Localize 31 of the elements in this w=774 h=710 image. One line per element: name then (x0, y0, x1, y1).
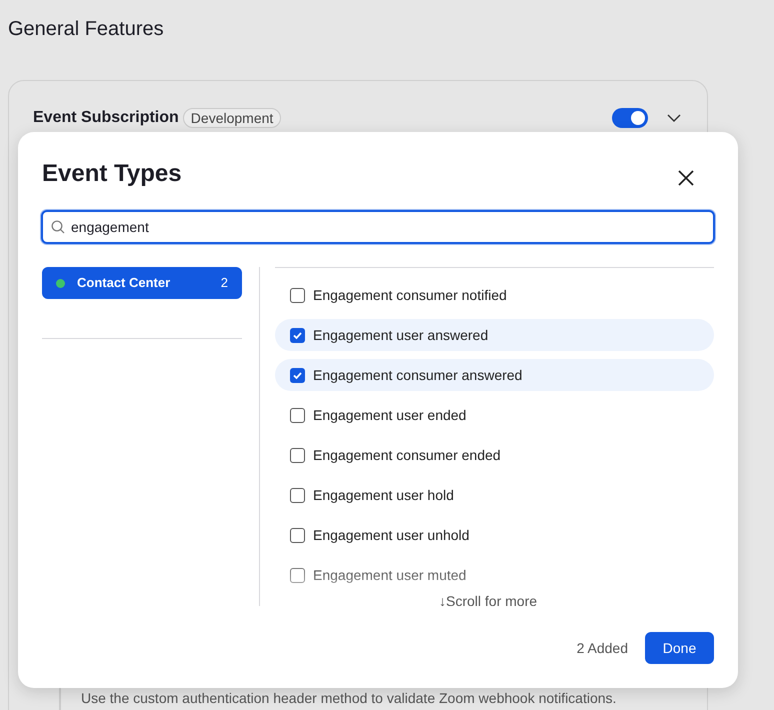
event-row[interactable]: Engagement consumer notified (275, 279, 714, 311)
category-item[interactable]: Contact Center 2 (42, 267, 242, 299)
checkbox[interactable] (290, 328, 305, 342)
card-title: Event Subscription (33, 108, 179, 128)
event-row[interactable]: Engagement user answered (275, 319, 714, 351)
checkbox[interactable] (290, 488, 305, 502)
event-row[interactable]: Engagement user unhold (275, 519, 714, 551)
close-icon[interactable] (678, 170, 694, 186)
page-title: General Features (8, 17, 164, 42)
event-row[interactable]: Engagement consumer ended (275, 439, 714, 471)
event-row[interactable]: Engagement user hold (275, 479, 714, 511)
checkbox[interactable] (290, 368, 305, 382)
event-row[interactable]: Engagement user muted (275, 559, 714, 591)
added-count: 2 Added (576, 638, 628, 658)
checkbox[interactable] (290, 568, 305, 582)
chevron-icon[interactable] (667, 114, 681, 122)
done-button[interactable]: Done (645, 632, 714, 664)
dialog-title: Event Types (42, 159, 182, 189)
checkmark-icon (292, 330, 303, 340)
checkbox[interactable] (290, 288, 305, 302)
event-row[interactable]: Engagement consumer answered (275, 359, 714, 391)
search-field[interactable]: engagement (41, 210, 715, 244)
toggle-switch[interactable] (612, 108, 648, 128)
checkbox[interactable] (290, 448, 305, 462)
checkbox[interactable] (290, 408, 305, 422)
search-icon (51, 220, 65, 234)
description-text: Use the custom authentication header method to validate Zoom webhook notifications. (81, 690, 616, 706)
checkmark-icon (292, 370, 303, 380)
event-row[interactable]: Engagement user ended (275, 399, 714, 431)
environment-badge: Development (182, 108, 282, 128)
checkbox[interactable] (290, 528, 305, 542)
